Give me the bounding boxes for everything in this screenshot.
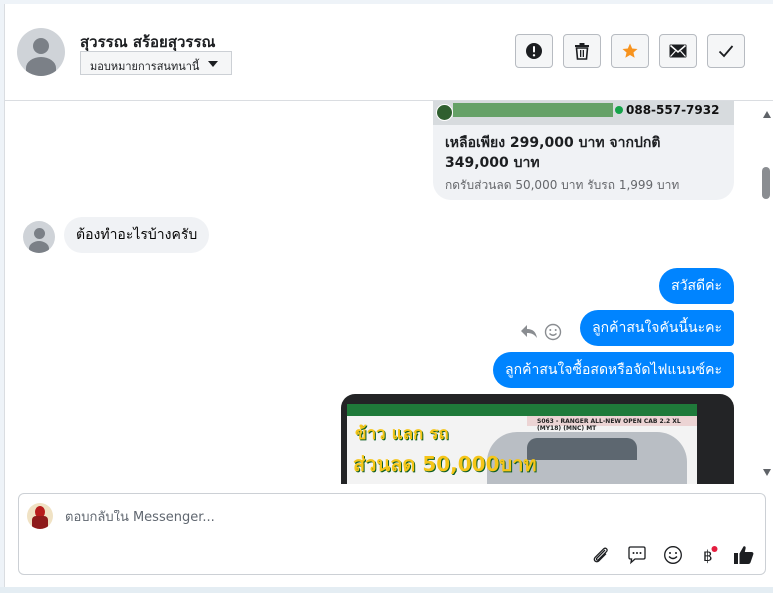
contact-avatar[interactable] [17, 28, 65, 76]
mark-unread-button[interactable] [659, 34, 697, 68]
reply-composer: ฿ [18, 493, 766, 575]
scrollbar-thumb[interactable] [762, 167, 770, 199]
spam-icon [526, 43, 542, 59]
attach-button[interactable] [590, 544, 612, 566]
saved-replies-button[interactable] [626, 544, 648, 566]
bottom-strip [0, 587, 773, 593]
star-button[interactable] [611, 34, 649, 68]
mark-spam-button[interactable] [515, 34, 553, 68]
trash-icon [575, 43, 589, 60]
paperclip-icon [593, 547, 608, 563]
payment-button[interactable]: ฿ [698, 544, 720, 566]
svg-text:฿: ฿ [703, 547, 713, 565]
ad-model-code: S063 - RANGER ALL-NEW OPEN CAB 2.2 XL (M… [537, 418, 681, 432]
envelope-icon [669, 44, 687, 58]
checkmark-icon [718, 45, 734, 58]
emoji-button[interactable] [662, 544, 684, 566]
like-button[interactable] [733, 544, 755, 566]
smiley-icon[interactable] [544, 323, 562, 341]
conversation-panel: สุวรรณ สร้อยสุวรรณ มอบหมายการสนทนานี้ 08… [4, 4, 773, 587]
outgoing-message[interactable]: ลูกค้าสนใจซื้อสดหรือจัดไฟแนนซ์คะ [493, 352, 734, 388]
sender-avatar[interactable] [23, 221, 55, 253]
page-avatar [27, 503, 53, 529]
product-card-subtitle: กดรับส่วนลด 50,000 บาท รับรถ 1,999 บาท [445, 178, 680, 192]
scroll-up-arrow-icon[interactable] [763, 111, 771, 118]
product-card-image: 088-557-7932 [433, 101, 734, 125]
dealer-logo-icon [436, 104, 453, 121]
conversation-header: สุวรรณ สร้อยสุวรรณ มอบหมายการสนทนานี้ [5, 4, 773, 101]
product-card-title: เหลือเพียง 299,000 บาท จากปกติ 349,000 บ… [445, 135, 661, 171]
outgoing-message[interactable]: ลูกค้าสนใจคันนี้นะคะ [580, 310, 734, 346]
assign-conversation-dropdown[interactable]: มอบหมายการสนทนานี้ [80, 51, 232, 75]
ad-discount: ส่วนลด 50,000บาท [353, 452, 537, 476]
incoming-message[interactable]: ต้องทำอะไรบ้างครับ [64, 217, 210, 253]
scrollbar[interactable] [762, 105, 772, 477]
product-card[interactable]: 088-557-7932 เหลือเพียง 299,000 บาท จากป… [433, 101, 734, 200]
mark-done-button[interactable] [707, 34, 745, 68]
reply-icon[interactable] [520, 323, 538, 339]
ad-headline: ข้าว แลก รถ [355, 424, 449, 444]
scroll-down-arrow-icon[interactable] [763, 469, 771, 476]
phone-icon [615, 106, 623, 114]
reply-input[interactable] [65, 510, 665, 525]
baht-icon: ฿ [703, 546, 718, 565]
saved-replies-icon [628, 546, 646, 565]
image-attachment[interactable]: S063 - RANGER ALL-NEW OPEN CAB 2.2 XL (M… [341, 394, 734, 484]
card-phone: 088-557-7932 [626, 103, 720, 117]
assign-label: มอบหมายการสนทนานี้ [90, 60, 200, 73]
caret-down-icon [208, 61, 218, 67]
star-icon [622, 43, 638, 58]
car-ad-image: S063 - RANGER ALL-NEW OPEN CAB 2.2 XL (M… [347, 404, 697, 484]
message-list[interactable]: 088-557-7932 เหลือเพียง 299,000 บาท จากป… [5, 101, 773, 484]
outgoing-message[interactable]: สวัสดีค่ะ [659, 268, 734, 304]
delete-button[interactable] [563, 34, 601, 68]
emoji-icon [664, 546, 682, 564]
thumbs-up-icon [734, 546, 754, 564]
